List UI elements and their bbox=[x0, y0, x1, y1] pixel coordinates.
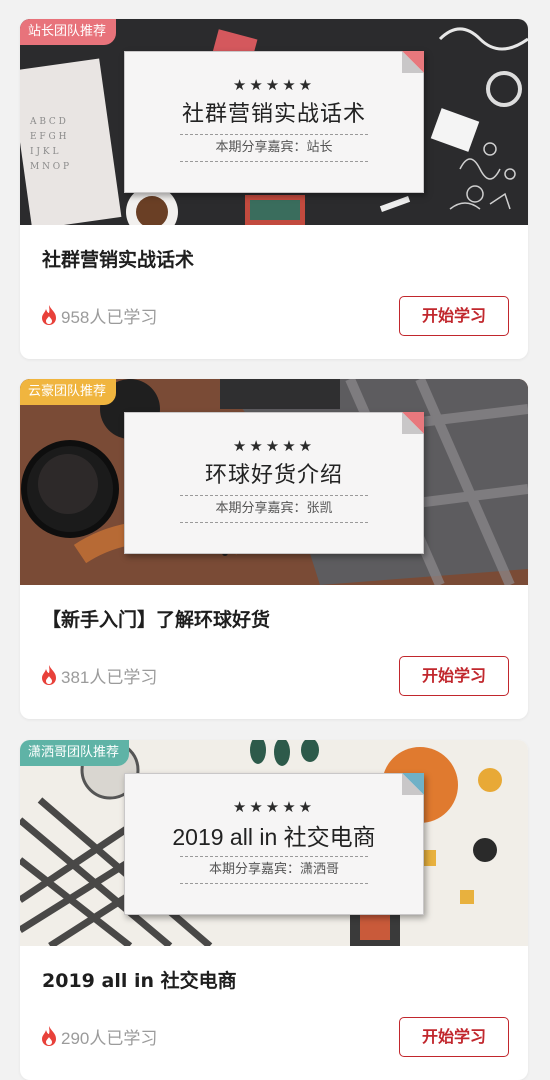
start-learning-button[interactable]: 开始学习 bbox=[399, 1017, 509, 1057]
start-learning-button[interactable]: 开始学习 bbox=[399, 296, 509, 336]
svg-text:E F G H: E F G H bbox=[30, 132, 67, 142]
course-banner[interactable]: 潇洒哥团队推荐 ★★★★★ 2019 all in 社交电商 本期分享嘉宾：潇洒… bbox=[20, 740, 528, 946]
banner-card: ★★★★★ 2019 all in 社交电商 本期分享嘉宾：潇洒哥 bbox=[124, 773, 424, 915]
svg-text:A B C D: A B C D bbox=[29, 117, 66, 127]
dotted-divider bbox=[180, 883, 368, 884]
svg-text:M N O P: M N O P bbox=[30, 162, 69, 172]
team-recommend-tag: 站长团队推荐 bbox=[20, 19, 117, 45]
dotted-divider bbox=[180, 522, 368, 523]
rating-stars: ★★★★★ bbox=[232, 798, 316, 816]
learner-count: 290人已学习 bbox=[40, 1023, 157, 1049]
page-fold-icon bbox=[402, 412, 424, 434]
rating-stars: ★★★★★ bbox=[232, 437, 316, 455]
flame-icon bbox=[42, 665, 56, 685]
start-learning-button[interactable]: 开始学习 bbox=[399, 656, 509, 696]
course-card[interactable]: 云豪团队推荐 ★★★★★ 环球好货介绍 本期分享嘉宾：张凯 【新手入门】了解环球… bbox=[20, 379, 528, 719]
banner-guest: 本期分享嘉宾：张凯 bbox=[215, 501, 333, 516]
course-title[interactable]: 2019 all in 社交电商 bbox=[42, 966, 237, 996]
course-card[interactable]: A B C D E F G H I J K L M N O P 站长团队推荐 ★★★★… bbox=[20, 19, 528, 359]
course-banner[interactable]: 云豪团队推荐 ★★★★★ 环球好货介绍 本期分享嘉宾：张凯 bbox=[20, 379, 528, 585]
banner-guest: 本期分享嘉宾：潇洒哥 bbox=[208, 862, 339, 877]
team-recommend-tag: 潇洒哥团队推荐 bbox=[20, 740, 130, 766]
flame-icon bbox=[42, 305, 56, 325]
learner-count: 381人已学习 bbox=[40, 662, 157, 688]
course-card[interactable]: 潇洒哥团队推荐 ★★★★★ 2019 all in 社交电商 本期分享嘉宾：潇洒… bbox=[20, 740, 528, 1080]
page-fold-icon bbox=[402, 773, 424, 795]
banner-card: ★★★★★ 环球好货介绍 本期分享嘉宾：张凯 bbox=[124, 412, 424, 554]
learner-count-text: 381人已学习 bbox=[61, 667, 158, 687]
learner-count-text: 290人已学习 bbox=[61, 1028, 158, 1048]
banner-card: ★★★★★ 社群营销实战话术 本期分享嘉宾：站长 bbox=[124, 51, 424, 193]
dotted-divider bbox=[180, 161, 368, 162]
course-banner[interactable]: A B C D E F G H I J K L M N O P 站长团队推荐 ★★★★… bbox=[20, 19, 528, 225]
learner-count: 958人已学习 bbox=[40, 302, 157, 328]
team-recommend-tag: 云豪团队推荐 bbox=[20, 379, 117, 405]
banner-title: 社群营销实战话术 bbox=[181, 102, 366, 127]
banner-title: 2019 all in 社交电商 bbox=[172, 824, 376, 850]
svg-text:I J K L: I J K L bbox=[30, 147, 58, 157]
course-title[interactable]: 【新手入门】了解环球好货 bbox=[42, 605, 270, 635]
learner-count-text: 958人已学习 bbox=[61, 307, 158, 327]
banner-guest: 本期分享嘉宾：站长 bbox=[215, 140, 333, 155]
page-fold-icon bbox=[402, 51, 424, 73]
flame-icon bbox=[42, 1026, 56, 1046]
banner-title: 环球好货介绍 bbox=[204, 463, 343, 488]
rating-stars: ★★★★★ bbox=[232, 76, 316, 94]
course-title[interactable]: 社群营销实战话术 bbox=[42, 245, 194, 275]
